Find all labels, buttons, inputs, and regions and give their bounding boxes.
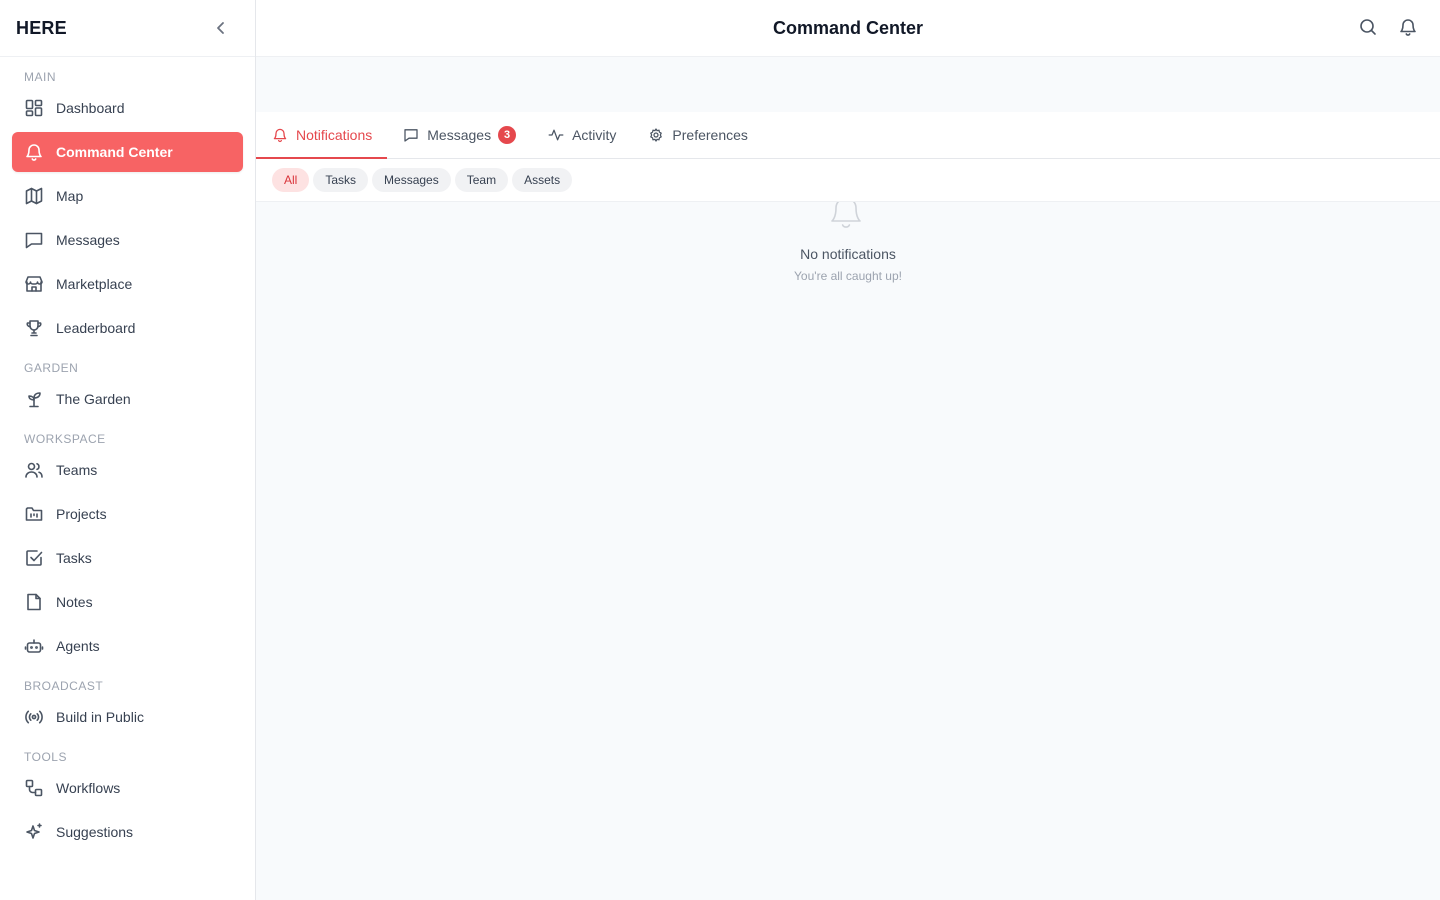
section-label-main: MAIN: [24, 70, 56, 84]
collapse-sidebar-button[interactable]: [209, 16, 233, 40]
sidebar-section-main: MAIN Dashboard Command Center Map Messag…: [0, 69, 255, 348]
sidebar-item-label: Marketplace: [56, 276, 133, 292]
sidebar-item-marketplace[interactable]: Marketplace: [12, 264, 243, 304]
empty-state-subtitle: You're all caught up!: [794, 269, 902, 283]
unread-count-badge: 3: [498, 126, 517, 144]
filter-chip-assets[interactable]: Assets: [512, 168, 573, 192]
tab-bar: Notifications Messages 3 Activity Prefer…: [256, 112, 1440, 159]
message-icon: [403, 127, 419, 143]
sidebar-item-label: Suggestions: [56, 824, 134, 840]
section-label-workspace: WORKSPACE: [24, 432, 106, 446]
sidebar-header: HERE: [0, 0, 255, 57]
sidebar-item-label: Build in Public: [56, 709, 144, 725]
sidebar-item-label: Teams: [56, 462, 98, 478]
filter-bar: All Tasks Messages Team Assets: [256, 159, 1440, 202]
sidebar-item-map[interactable]: Map: [12, 176, 243, 216]
note-icon: [24, 592, 44, 612]
sidebar-item-command-center[interactable]: Command Center: [12, 132, 243, 172]
bell-icon: [272, 127, 288, 143]
sidebar-section-garden: GARDEN The Garden: [0, 360, 255, 419]
section-label-garden: GARDEN: [24, 361, 79, 375]
sidebar-section-workspace: WORKSPACE Teams Projects Tasks Notes Age…: [0, 431, 255, 666]
tab-preferences[interactable]: Preferences: [632, 112, 763, 158]
bell-icon: [826, 202, 866, 232]
sidebar-item-label: Agents: [56, 638, 100, 654]
sidebar-item-label: Notes: [56, 594, 93, 610]
sidebar-item-label: Command Center: [56, 144, 173, 160]
sidebar-item-label: Tasks: [56, 550, 92, 566]
message-icon: [24, 230, 44, 250]
trophy-icon: [24, 318, 44, 338]
sidebar-item-build-in-public[interactable]: Build in Public: [12, 697, 243, 737]
sidebar-item-label: Dashboard: [56, 100, 125, 116]
dashboard-icon: [24, 98, 44, 118]
activity-icon: [548, 127, 564, 143]
users-icon: [24, 460, 44, 480]
filter-chip-all[interactable]: All: [272, 168, 310, 192]
tab-label: Notifications: [296, 127, 373, 143]
tab-activity[interactable]: Activity: [532, 112, 632, 158]
gear-icon: [648, 127, 664, 143]
filter-chip-tasks[interactable]: Tasks: [313, 168, 369, 192]
tab-messages[interactable]: Messages 3: [387, 112, 532, 158]
sidebar-item-dashboard[interactable]: Dashboard: [12, 88, 243, 128]
sidebar-item-label: Map: [56, 188, 84, 204]
sidebar-item-label: The Garden: [56, 391, 131, 407]
sidebar-item-label: Projects: [56, 506, 107, 522]
sidebar-item-projects[interactable]: Projects: [12, 494, 243, 534]
sidebar-item-suggestions[interactable]: Suggestions: [12, 812, 243, 852]
section-label-broadcast: BROADCAST: [24, 679, 104, 693]
sidebar-item-tasks[interactable]: Tasks: [12, 538, 243, 578]
sidebar-item-teams[interactable]: Teams: [12, 450, 243, 490]
page-title: Command Center: [772, 17, 924, 38]
sidebar-item-messages[interactable]: Messages: [12, 220, 243, 260]
sidebar-section-tools: TOOLS Workflows Suggestions: [0, 749, 255, 852]
sidebar-item-the-garden[interactable]: The Garden: [12, 379, 243, 419]
sidebar-item-label: Messages: [56, 232, 120, 248]
empty-state-title: No notifications: [800, 246, 896, 262]
sidebar-item-leaderboard[interactable]: Leaderboard: [12, 308, 243, 348]
section-label-tools: TOOLS: [24, 750, 67, 764]
folder-icon: [24, 504, 44, 524]
topbar: Command Center: [256, 0, 1440, 57]
empty-state: No notifications You're all caught up!: [256, 202, 1440, 283]
topbar-actions: [1358, 17, 1418, 37]
sidebar: HERE MAIN Dashboard Command Center Map M…: [0, 0, 256, 900]
store-icon: [24, 274, 44, 294]
sidebar-item-workflows[interactable]: Workflows: [12, 768, 243, 808]
sidebar-item-label: Leaderboard: [56, 320, 136, 336]
sprout-icon: [24, 389, 44, 409]
tab-notifications[interactable]: Notifications: [256, 112, 388, 159]
tab-label: Preferences: [672, 127, 748, 143]
brand-logo[interactable]: HERE: [16, 18, 67, 39]
filter-chip-messages[interactable]: Messages: [372, 168, 451, 192]
map-icon: [24, 186, 44, 206]
sidebar-section-broadcast: BROADCAST Build in Public: [0, 678, 255, 737]
sparkles-icon: [24, 822, 44, 842]
filter-chip-team[interactable]: Team: [454, 168, 509, 192]
checkbox-icon: [24, 548, 44, 568]
broadcast-icon: [24, 707, 44, 727]
tab-label: Activity: [572, 127, 617, 143]
bell-icon: [24, 142, 44, 162]
sidebar-item-notes[interactable]: Notes: [12, 582, 243, 622]
chevron-left-icon: [213, 20, 229, 36]
sidebar-item-agents[interactable]: Agents: [12, 626, 243, 666]
bot-icon: [24, 636, 44, 656]
search-icon[interactable]: [1358, 17, 1378, 37]
bell-icon[interactable]: [1398, 17, 1418, 37]
workflow-icon: [24, 778, 44, 798]
tab-label: Messages: [427, 127, 492, 143]
sidebar-item-label: Workflows: [56, 780, 121, 796]
